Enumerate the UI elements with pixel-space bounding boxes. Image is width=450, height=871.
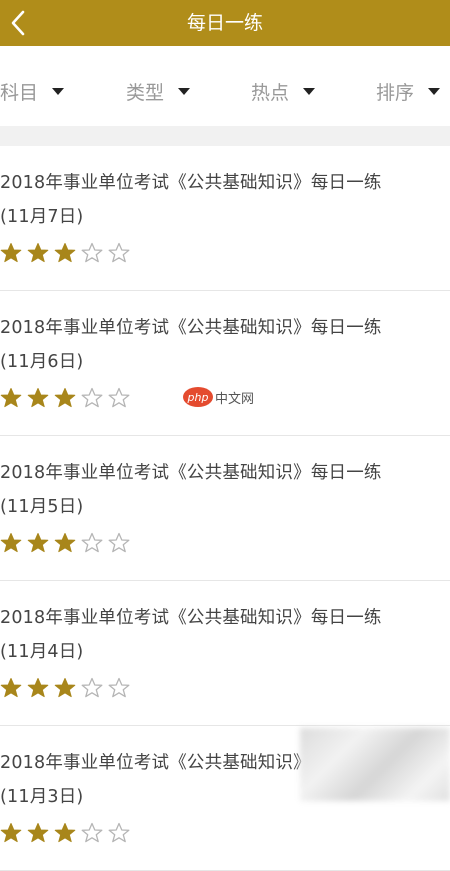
star-filled-icon bbox=[0, 677, 22, 699]
item-title-date: (11月6日) bbox=[0, 352, 84, 372]
caret-down-icon bbox=[178, 87, 191, 95]
star-filled-icon bbox=[0, 822, 22, 844]
filter-bar: 科目 类型 热点 排序 bbox=[0, 56, 450, 126]
item-title-line1: 2018年事业单位考试《公共基础知识》每日一练 bbox=[0, 463, 382, 483]
item-title-line1: 2018年事业单位考试《公共基础知识》每日一练 bbox=[0, 318, 382, 338]
item-title-line1: 2018年事业单位考试《公共基础知识》每日一练 bbox=[0, 173, 382, 193]
item-title: 2018年事业单位考试《公共基础知识》每日一练 (11月5日) bbox=[0, 456, 450, 524]
star-empty-icon bbox=[81, 677, 103, 699]
list-item[interactable]: 2018年事业单位考试《公共基础知识》每日一练 (11月5日) bbox=[0, 436, 450, 581]
star-filled-icon bbox=[54, 822, 76, 844]
filter-subject[interactable]: 科目 bbox=[0, 56, 65, 126]
star-filled-icon bbox=[54, 532, 76, 554]
filter-label: 科目 bbox=[0, 81, 39, 104]
star-filled-icon bbox=[0, 242, 22, 264]
filter-label: 排序 bbox=[376, 81, 415, 104]
star-filled-icon bbox=[27, 822, 49, 844]
filter-type[interactable]: 类型 bbox=[126, 56, 191, 126]
star-filled-icon bbox=[27, 242, 49, 264]
star-filled-icon bbox=[54, 677, 76, 699]
star-filled-icon bbox=[54, 387, 76, 409]
star-rating bbox=[0, 677, 130, 699]
star-empty-icon bbox=[108, 822, 130, 844]
star-empty-icon bbox=[81, 387, 103, 409]
star-empty-icon bbox=[81, 532, 103, 554]
star-filled-icon bbox=[0, 387, 22, 409]
star-empty-icon bbox=[108, 387, 130, 409]
filter-label: 热点 bbox=[251, 81, 290, 104]
caret-down-icon bbox=[303, 87, 316, 95]
star-empty-icon bbox=[108, 677, 130, 699]
filter-sort[interactable]: 排序 bbox=[376, 56, 441, 126]
list-item[interactable]: 2018年事业单位考试《公共基础知识》每日一练 (11月7日) bbox=[0, 146, 450, 291]
star-rating bbox=[0, 387, 130, 409]
star-filled-icon bbox=[54, 242, 76, 264]
item-title-line1: 2018年事业单位考试《公共基础知识》每日一练 bbox=[0, 608, 382, 628]
caret-down-icon bbox=[428, 87, 441, 95]
star-empty-icon bbox=[108, 242, 130, 264]
star-empty-icon bbox=[81, 242, 103, 264]
star-filled-icon bbox=[27, 387, 49, 409]
list-item[interactable]: 2018年事业单位考试《公共基础知识》每日一练 (11月4日) bbox=[0, 581, 450, 726]
caret-down-icon bbox=[52, 87, 65, 95]
star-rating bbox=[0, 532, 130, 554]
filter-hot[interactable]: 热点 bbox=[251, 56, 316, 126]
item-title-date: (11月5日) bbox=[0, 497, 84, 517]
star-rating bbox=[0, 822, 130, 844]
section-divider bbox=[0, 126, 450, 146]
item-title-date: (11月7日) bbox=[0, 207, 84, 227]
star-empty-icon bbox=[81, 822, 103, 844]
star-rating bbox=[0, 242, 130, 264]
filter-label: 类型 bbox=[126, 81, 165, 104]
star-filled-icon bbox=[27, 532, 49, 554]
item-title-date: (11月4日) bbox=[0, 642, 84, 662]
item-title: 2018年事业单位考试《公共基础知识》每日一练 (11月4日) bbox=[0, 601, 450, 669]
list-item[interactable]: 2018年事业单位考试《公共基础知识》每日一练 (11月6日) bbox=[0, 291, 450, 436]
page-title: 每日一练 bbox=[186, 12, 263, 34]
star-filled-icon bbox=[0, 532, 22, 554]
item-title: 2018年事业单位考试《公共基础知识》每日一练 (11月7日) bbox=[0, 166, 450, 234]
blurred-overlay bbox=[300, 728, 450, 801]
star-empty-icon bbox=[108, 532, 130, 554]
app-header: 每日一练 bbox=[0, 0, 450, 46]
star-filled-icon bbox=[27, 677, 49, 699]
item-title: 2018年事业单位考试《公共基础知识》每日一练 (11月6日) bbox=[0, 311, 450, 379]
